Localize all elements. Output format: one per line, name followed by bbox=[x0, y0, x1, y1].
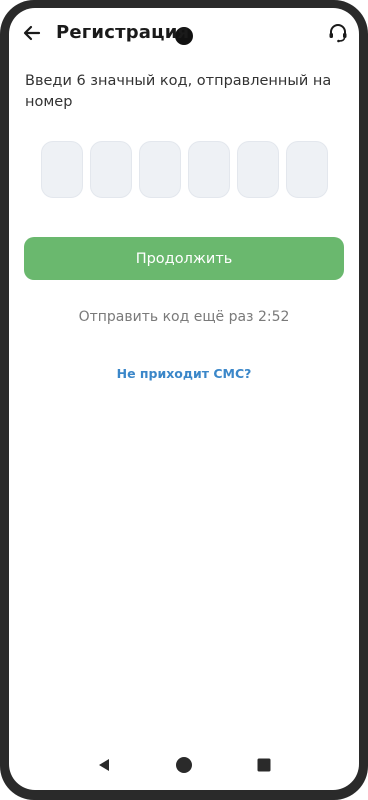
code-input-group bbox=[41, 141, 328, 198]
code-cell-5[interactable] bbox=[237, 141, 279, 198]
page-title: Регистрация bbox=[56, 22, 190, 43]
back-button[interactable] bbox=[19, 22, 45, 48]
code-cell-1[interactable] bbox=[41, 141, 83, 198]
circle-home-icon[interactable] bbox=[175, 756, 193, 774]
resend-timer-text: Отправить код ещё раз 2:52 bbox=[78, 309, 290, 325]
headset-icon bbox=[327, 22, 349, 48]
no-sms-link[interactable]: Не приходит СМС? bbox=[9, 366, 359, 381]
square-recent-icon[interactable] bbox=[255, 756, 273, 774]
system-nav-bar bbox=[9, 740, 359, 790]
arrow-left-icon bbox=[22, 23, 42, 47]
code-cell-6[interactable] bbox=[286, 141, 328, 198]
code-cell-3[interactable] bbox=[139, 141, 181, 198]
code-cell-2[interactable] bbox=[90, 141, 132, 198]
instruction-text: Введи 6 значный код, отправленный на ном… bbox=[25, 73, 332, 110]
support-button[interactable] bbox=[325, 22, 351, 48]
triangle-back-icon[interactable] bbox=[95, 756, 113, 774]
phone-frame: Регистрация Введи 6 значный код, отправл… bbox=[0, 0, 368, 800]
continue-button[interactable]: Продолжить bbox=[24, 237, 344, 280]
screen: Регистрация Введи 6 значный код, отправл… bbox=[9, 8, 359, 790]
code-cell-4[interactable] bbox=[188, 141, 230, 198]
app-header: Регистрация bbox=[9, 8, 359, 64]
